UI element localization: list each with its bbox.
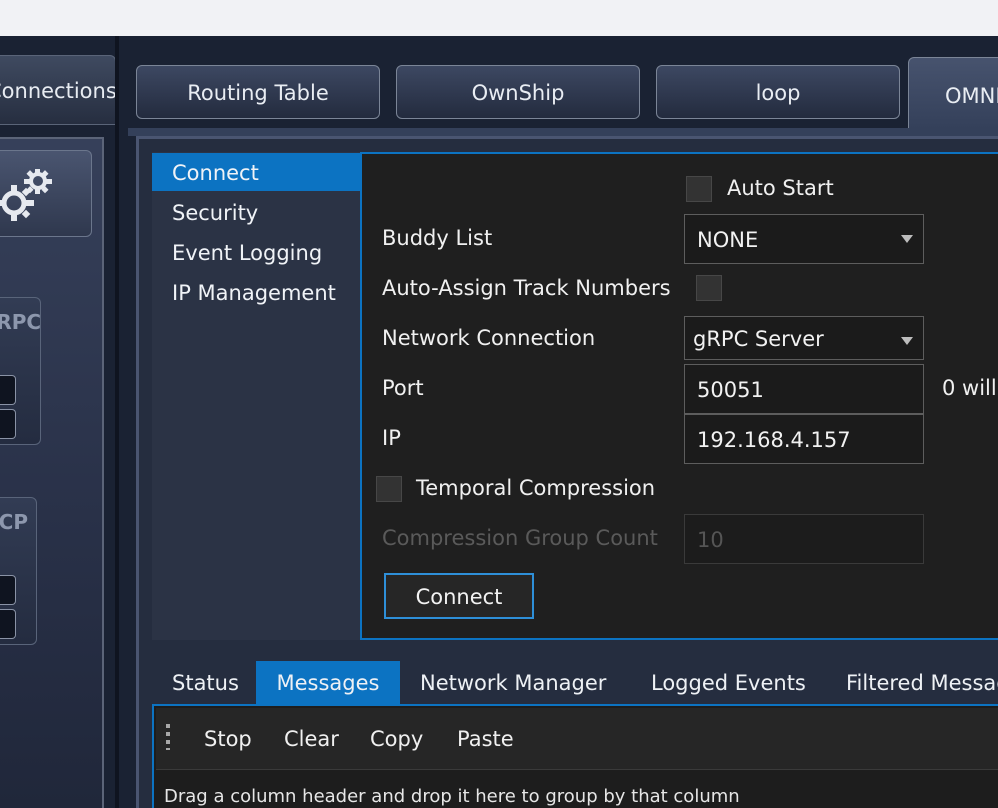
nav-item-security[interactable]: Security bbox=[152, 193, 360, 231]
tab-network-manager[interactable]: Network Manager bbox=[420, 661, 606, 705]
tab-filtered-messages[interactable]: Filtered Messages bbox=[846, 661, 998, 705]
grpc-card-title: gRPC bbox=[0, 310, 41, 334]
tab-connections-label: Connections bbox=[0, 79, 116, 103]
title-bar-strip bbox=[0, 0, 998, 36]
network-connection-value: gRPC Server bbox=[693, 327, 824, 351]
tcp-stop-button[interactable] bbox=[0, 609, 16, 639]
buddy-list-label: Buddy List bbox=[382, 226, 493, 250]
buddy-list-select[interactable]: NONE bbox=[684, 214, 924, 264]
settings-nav: Connect Security Event Logging IP Manage… bbox=[152, 152, 360, 640]
tcp-card: TCP bbox=[0, 497, 37, 645]
auto-start-checkbox[interactable] bbox=[686, 176, 712, 202]
nav-item-event-logging[interactable]: Event Logging bbox=[152, 233, 360, 271]
paste-button[interactable]: Paste bbox=[457, 708, 514, 770]
grpc-stop-button[interactable] bbox=[0, 409, 16, 439]
stop-button[interactable]: Stop bbox=[204, 708, 252, 770]
tab-content-strip bbox=[128, 128, 998, 136]
compression-group-count-label: Compression Group Count bbox=[382, 526, 658, 550]
grpc-card: gRPC bbox=[0, 297, 41, 445]
gears-icon bbox=[0, 169, 52, 221]
connect-button[interactable]: Connect bbox=[384, 573, 534, 619]
tab-logged-events[interactable]: Logged Events bbox=[651, 661, 806, 705]
tab-status[interactable]: Status bbox=[172, 661, 239, 705]
port-note: 0 will bbox=[942, 376, 997, 400]
auto-assign-checkbox[interactable] bbox=[696, 275, 722, 301]
panel-divider bbox=[115, 36, 119, 808]
tab-loop[interactable]: loop bbox=[656, 65, 900, 119]
buddy-list-value: NONE bbox=[697, 228, 759, 252]
grpc-start-button[interactable] bbox=[0, 375, 16, 405]
tcp-start-button[interactable] bbox=[0, 575, 16, 605]
clear-button[interactable]: Clear bbox=[284, 708, 339, 770]
port-label: Port bbox=[382, 376, 424, 400]
ip-label: IP bbox=[382, 426, 401, 450]
settings-button[interactable] bbox=[0, 150, 92, 237]
auto-start-label: Auto Start bbox=[727, 176, 834, 200]
tab-routing-table[interactable]: Routing Table bbox=[136, 65, 380, 119]
nav-item-ip-management[interactable]: IP Management bbox=[152, 273, 360, 311]
temporal-compression-checkbox[interactable] bbox=[376, 476, 402, 502]
copy-button[interactable]: Copy bbox=[370, 708, 423, 770]
network-connection-label: Network Connection bbox=[382, 326, 596, 350]
toolbar-grip-icon[interactable] bbox=[166, 724, 170, 750]
group-by-hint: Drag a column header and drop it here to… bbox=[164, 786, 740, 807]
tab-ownship[interactable]: OwnShip bbox=[396, 65, 640, 119]
temporal-compression-label: Temporal Compression bbox=[416, 476, 656, 500]
tab-messages[interactable]: Messages bbox=[256, 661, 400, 705]
auto-assign-label: Auto-Assign Track Numbers bbox=[382, 276, 671, 300]
port-input[interactable]: 50051 bbox=[684, 364, 924, 414]
compression-group-count-input: 10 bbox=[684, 514, 924, 564]
tcp-card-title: TCP bbox=[0, 510, 28, 534]
network-connection-select[interactable]: gRPC Server bbox=[684, 316, 924, 360]
ip-input[interactable]: 192.168.4.157 bbox=[684, 414, 924, 464]
nav-item-connect[interactable]: Connect bbox=[152, 153, 360, 191]
messages-toolbar bbox=[156, 708, 998, 770]
tab-omni[interactable]: OMNI bbox=[908, 57, 998, 129]
tab-connections[interactable]: Connections bbox=[0, 55, 116, 125]
